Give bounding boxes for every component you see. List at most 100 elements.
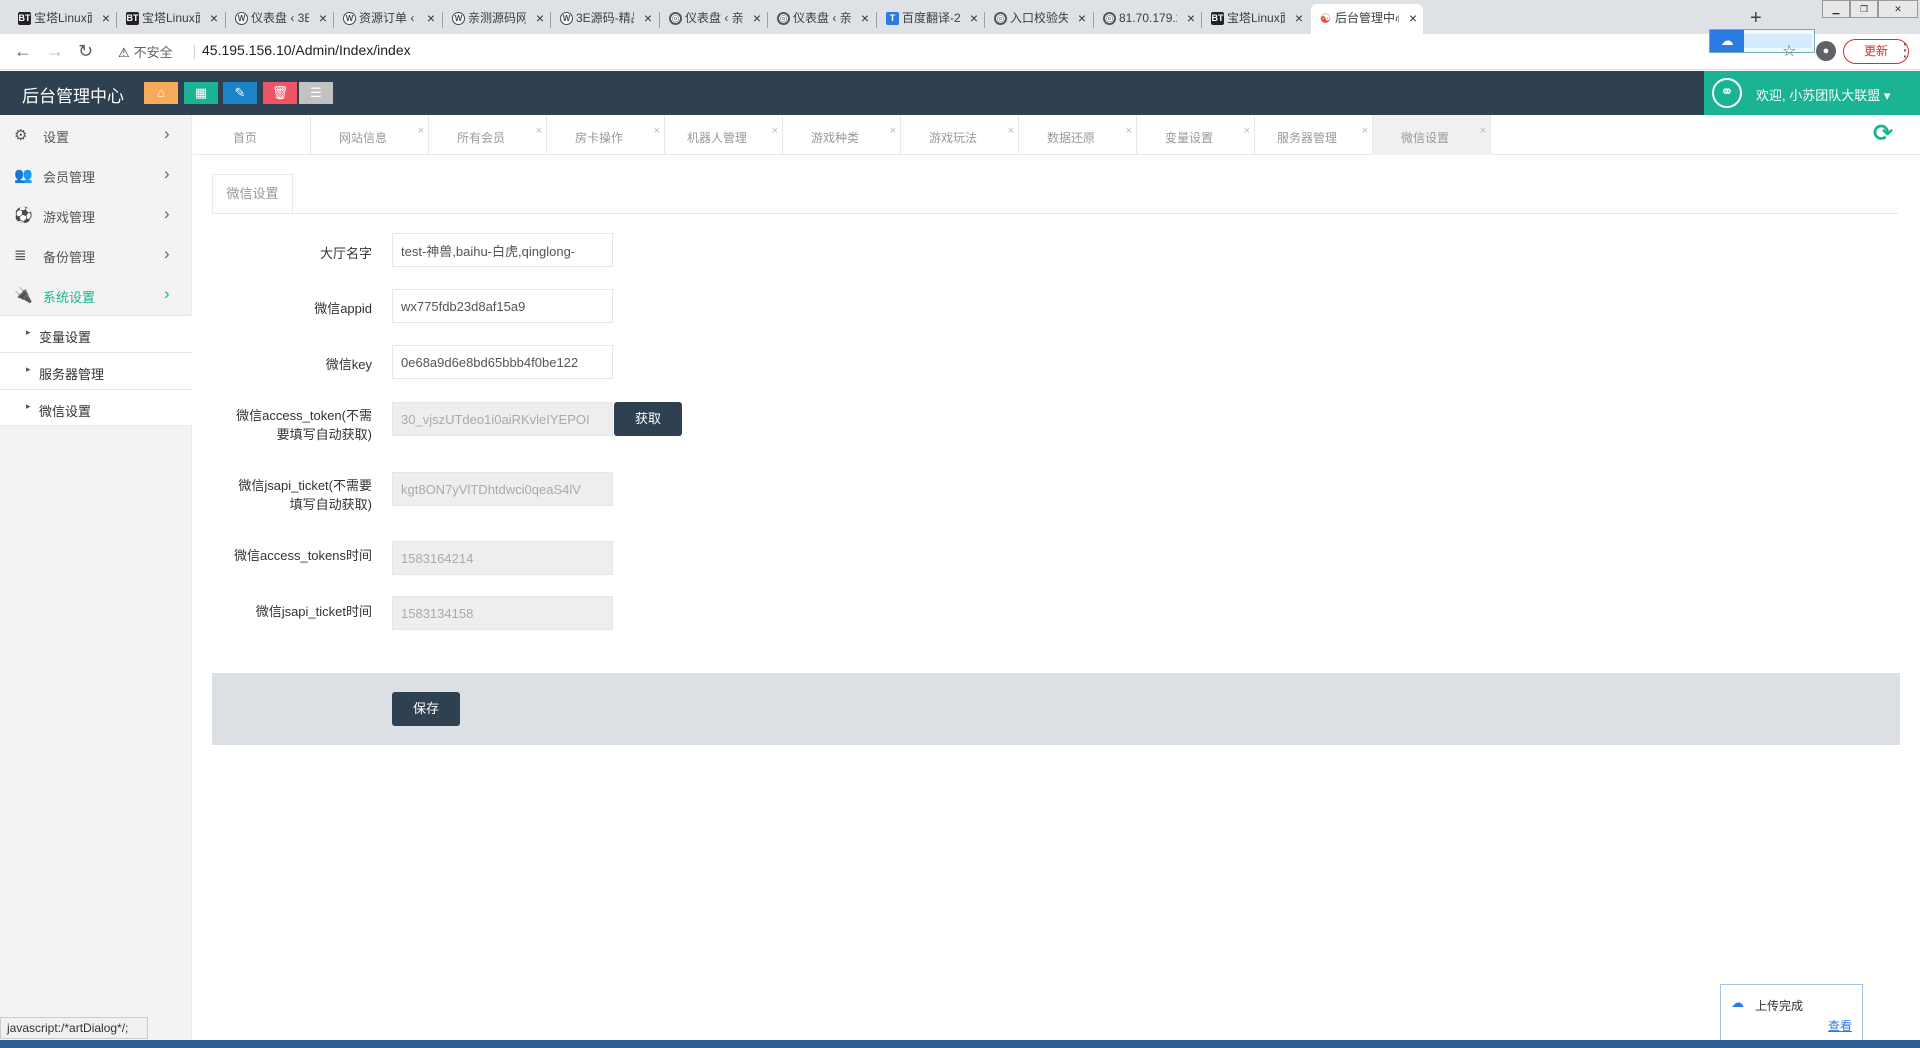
tab-close-icon[interactable]: × — [536, 4, 544, 32]
sidebar-item-label: 会员管理 — [43, 170, 96, 185]
tab-close-icon[interactable]: × — [210, 4, 218, 32]
url-field[interactable]: 45.195.156.10/Admin/Index/index — [202, 42, 411, 58]
list-icon[interactable]: ☰ — [299, 82, 333, 104]
reload-icon[interactable]: ↻ — [78, 40, 93, 62]
tab-favicon-icon: W — [235, 12, 248, 25]
bookmark-star-icon[interactable]: ☆ — [1782, 41, 1796, 61]
content-tab[interactable]: 机器人管理 × — [665, 115, 783, 155]
sidebar-item-soccer-ball[interactable]: ⚽ 游戏管理 › — [0, 195, 192, 235]
restore-icon[interactable]: ❐ — [1850, 0, 1878, 18]
sidebar-item-plug[interactable]: 🔌 系统设置 › — [0, 275, 192, 315]
browser-tab[interactable]: ◎ 仪表盘 ‹ 亲 × — [661, 4, 767, 34]
tab-wechat-settings[interactable]: 微信设置 — [212, 174, 293, 214]
content-tab[interactable]: 服务器管理 × — [1255, 115, 1373, 155]
user-menu[interactable]: ⚭ 欢迎, 小苏团队大联盟 ▾ — [1704, 71, 1920, 115]
chevron-right-icon: › — [164, 204, 170, 223]
tab-close-icon[interactable]: × — [536, 125, 542, 137]
tab-close-icon[interactable]: × — [861, 4, 869, 32]
browser-tab[interactable]: ◎ 仪表盘 ‹ 亲 × — [769, 4, 875, 34]
welcome-text: 欢迎, 小苏团队大联盟 ▾ — [1756, 88, 1891, 103]
content-tab-label: 游戏种类 — [810, 131, 859, 145]
hall-name-input[interactable] — [392, 233, 613, 267]
tab-close-icon[interactable]: × — [427, 4, 435, 32]
url-separator — [194, 45, 195, 59]
get-token-button[interactable]: 获取 — [614, 402, 682, 436]
content-tab[interactable]: 首页 — [193, 115, 311, 155]
sidebar-item-users[interactable]: 👥 会员管理 › — [0, 155, 192, 195]
browser-tab[interactable]: W 资源订单 ‹ × — [335, 4, 441, 34]
content-tab[interactable]: 网站信息 × — [311, 115, 429, 155]
browser-tab[interactable]: BT宝塔Linux面 × — [10, 4, 116, 34]
tab-title: 宝塔Linux面 — [142, 11, 200, 25]
tab-close-icon[interactable]: × — [970, 4, 978, 32]
tab-close-icon[interactable]: × — [1126, 125, 1132, 137]
content-tab[interactable]: 变量设置 × — [1137, 115, 1255, 155]
tab-title: 宝塔Linux面 — [34, 11, 92, 25]
tab-close-icon[interactable]: × — [1362, 125, 1368, 137]
tab-close-icon[interactable]: × — [1187, 4, 1195, 32]
content-tab[interactable]: 游戏玩法 × — [901, 115, 1019, 155]
tab-separator — [659, 12, 660, 28]
tab-close-icon[interactable]: × — [1008, 125, 1014, 137]
browser-tab[interactable]: ☯后台管理中心 × — [1311, 4, 1423, 34]
save-button[interactable]: 保存 — [392, 692, 460, 726]
account-icon[interactable]: ● — [1816, 41, 1836, 61]
tab-favicon-icon: BT — [126, 12, 139, 25]
back-arrow-icon[interactable]: ← — [14, 40, 32, 62]
content-tab[interactable]: 房卡操作 × — [547, 115, 665, 155]
tab-close-icon[interactable]: × — [102, 4, 110, 32]
tab-close-icon[interactable]: × — [753, 4, 761, 32]
tab-close-icon[interactable]: × — [1295, 4, 1303, 32]
tab-close-icon[interactable]: × — [890, 125, 896, 137]
submenu-item[interactable]: ▸ 变量设置 — [0, 315, 192, 352]
key-input[interactable] — [392, 345, 613, 379]
submenu-item-label: 变量设置 — [39, 330, 92, 345]
edit-icon[interactable]: ✎ — [223, 82, 257, 104]
tab-close-icon[interactable]: × — [1480, 125, 1486, 137]
forward-arrow-icon[interactable]: → — [46, 40, 64, 62]
browser-tab[interactable]: BT宝塔Linux面 × — [1203, 4, 1309, 34]
browser-tab[interactable]: W3E源码-精品 × — [552, 4, 658, 34]
new-tab-button[interactable]: + — [1750, 4, 1762, 32]
tab-close-icon[interactable]: × — [1078, 4, 1086, 32]
tab-close-icon[interactable]: × — [654, 125, 660, 137]
jsapi-ticket-label-line1: 微信jsapi_ticket(不需要 — [238, 478, 372, 493]
minimize-icon[interactable]: ▁ — [1822, 0, 1850, 18]
submenu-item[interactable]: ▸ 微信设置 — [0, 389, 192, 426]
submenu-item[interactable]: ▸ 服务器管理 — [0, 352, 192, 389]
cloud-icon: ☁ — [1731, 995, 1744, 1010]
content-tab[interactable]: 游戏种类 × — [783, 115, 901, 155]
browser-tab[interactable]: ◎入口校验失败 × — [986, 4, 1092, 34]
tab-close-icon[interactable]: × — [418, 125, 424, 137]
tab-close-icon[interactable]: × — [772, 125, 778, 137]
view-upload-link[interactable]: 查看 — [1828, 1017, 1852, 1034]
baidu-upload-extension[interactable]: ☁ — [1709, 29, 1815, 53]
content-tab[interactable]: 数据还原 × — [1019, 115, 1137, 155]
content-tab[interactable]: 所有会员 × — [429, 115, 547, 155]
trash-icon[interactable]: 🗑 — [263, 82, 297, 104]
browser-menu-icon[interactable]: ⋮ — [1896, 40, 1914, 61]
browser-tab[interactable]: BT宝塔Linux面 × — [118, 4, 224, 34]
security-indicator[interactable]: ⚠ 不安全 — [118, 42, 173, 61]
tab-title: 入口校验失败 — [1010, 11, 1068, 25]
close-window-icon[interactable]: ✕ — [1878, 0, 1918, 18]
browser-tab[interactable]: ◎ 81.70.179.2 × — [1095, 4, 1201, 34]
browser-tab[interactable]: T百度翻译-20 × — [878, 4, 984, 34]
chevron-right-icon: › — [164, 244, 170, 263]
refresh-icon[interactable]: ⟳ — [1873, 119, 1893, 148]
home-icon[interactable]: ⌂ — [144, 82, 178, 104]
tab-close-icon[interactable]: × — [1409, 4, 1417, 32]
appid-input[interactable] — [392, 289, 613, 323]
content-tab[interactable]: 微信设置 × — [1373, 115, 1491, 155]
tab-close-icon[interactable]: × — [319, 4, 327, 32]
sidebar-item-gears[interactable]: ⚙ 设置 › — [0, 115, 192, 155]
grid-icon[interactable]: ▦ — [184, 82, 218, 104]
tab-close-icon[interactable]: × — [1244, 125, 1250, 137]
sidebar-item-database[interactable]: ≣ 备份管理 › — [0, 235, 192, 275]
browser-tab[interactable]: W 亲测源码网- × — [444, 4, 550, 34]
hall-name-label: 大厅名字 — [319, 246, 372, 261]
browser-tab[interactable]: W 仪表盘 ‹ 3E × — [227, 4, 333, 34]
sidebar-item-label: 备份管理 — [43, 250, 96, 265]
tab-separator — [984, 12, 985, 28]
tab-close-icon[interactable]: × — [644, 4, 652, 32]
